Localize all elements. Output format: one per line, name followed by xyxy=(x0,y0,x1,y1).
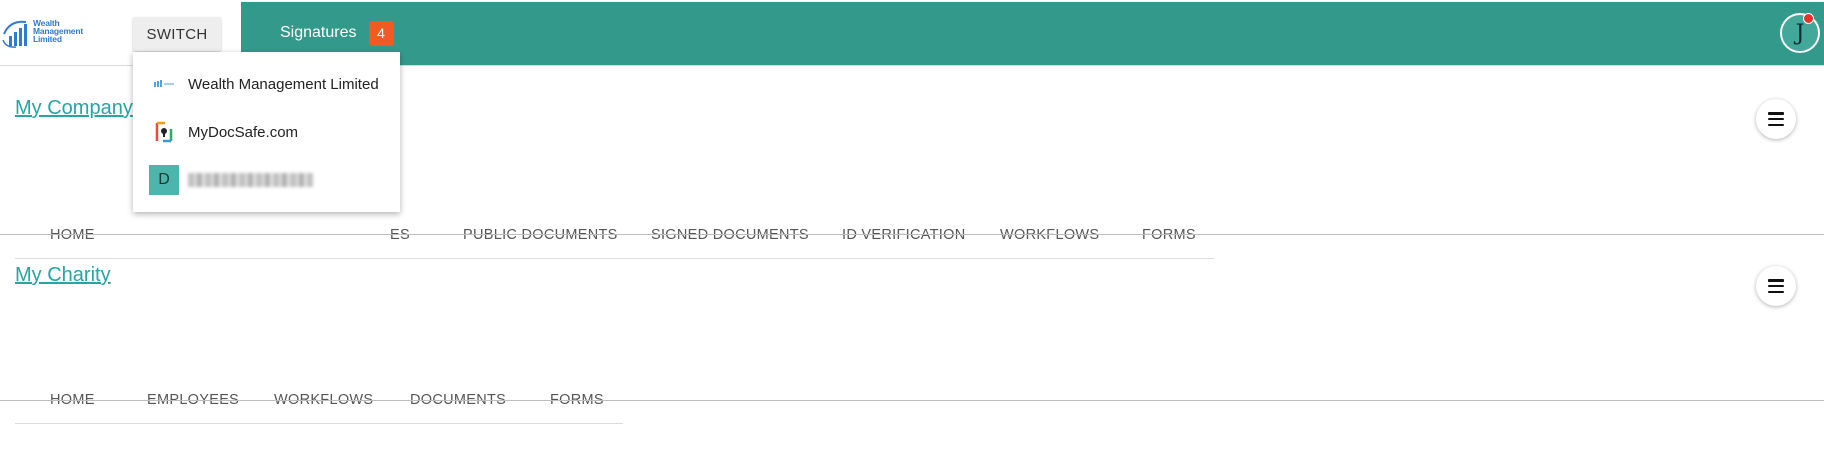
org-letter-icon: D xyxy=(149,165,179,195)
signatures-label: Signatures xyxy=(280,24,357,41)
hamburger-icon xyxy=(1768,279,1784,293)
switch-dropdown-menu: Wealth Management Limited MyDocSafe.com … xyxy=(133,52,400,212)
mydocsafe-logo-icon xyxy=(149,117,179,147)
org-title[interactable]: My Charity xyxy=(15,264,111,287)
switch-menu-item-label: Wealth Management Limited xyxy=(188,75,379,93)
org-title[interactable]: My Company xyxy=(15,97,133,120)
notification-dot xyxy=(1803,13,1814,24)
user-avatar[interactable]: J xyxy=(1780,13,1820,53)
switch-menu-item-label: MyDocSafe.com xyxy=(188,123,299,141)
nav-bar xyxy=(241,2,1824,65)
org-letter: D xyxy=(149,165,179,195)
redacted-org-name xyxy=(188,173,313,187)
switch-button[interactable]: SWITCH xyxy=(133,17,221,51)
company-logo[interactable]: Wealth Management Limited xyxy=(2,18,94,50)
company-logo-icon xyxy=(149,69,179,99)
logo-bars-icon xyxy=(2,20,27,48)
section-divider xyxy=(0,400,1824,401)
signatures-count-badge: 4 xyxy=(368,20,394,46)
signatures-tab[interactable]: Signatures 4 xyxy=(280,20,394,46)
org-menu-button[interactable] xyxy=(1756,99,1796,139)
hamburger-icon xyxy=(1768,112,1784,126)
org-menu-button[interactable] xyxy=(1756,266,1796,306)
org-section-my-charity: My Charity HOME EMPLOYEES WORKFLOWS DOCU… xyxy=(0,235,1824,424)
switch-menu-item-wealth-management[interactable]: Wealth Management Limited xyxy=(133,62,400,106)
switch-menu-item-org-d[interactable]: D xyxy=(133,158,400,202)
logo-text: Wealth Management Limited xyxy=(33,18,83,44)
switch-menu-item-mydocsafe[interactable]: MyDocSafe.com xyxy=(133,110,400,154)
